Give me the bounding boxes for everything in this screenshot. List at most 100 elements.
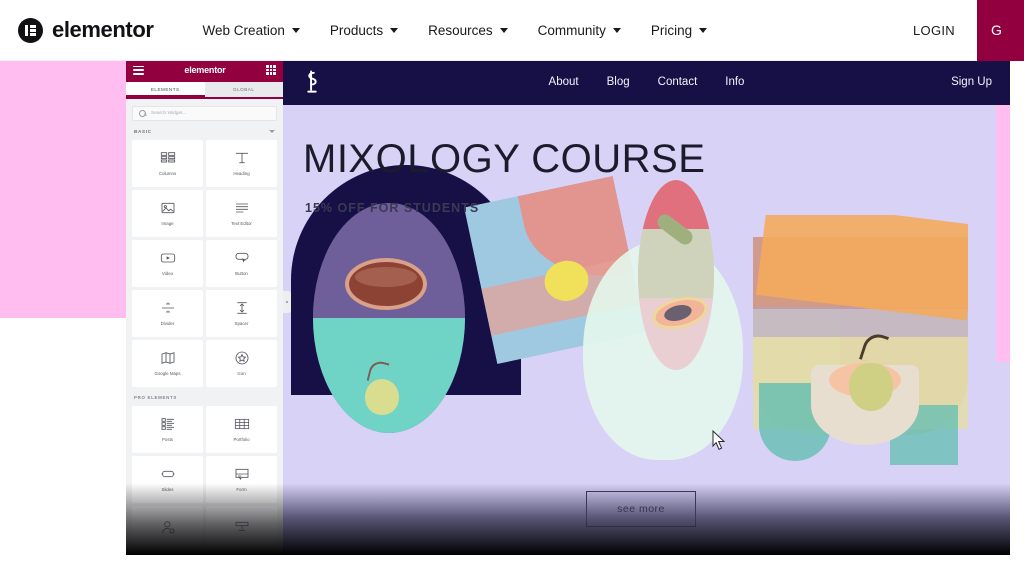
grid-view-icon[interactable] (266, 65, 276, 75)
chevron-down-icon (390, 28, 399, 33)
widget-image[interactable]: Image (132, 189, 203, 237)
nav-label: Resources (428, 22, 493, 38)
widget-google-maps[interactable]: Google Maps (132, 339, 203, 387)
video-icon (160, 250, 176, 266)
preview-nav-info[interactable]: Info (725, 76, 744, 88)
posts-icon (160, 416, 176, 432)
nav-label: Pricing (650, 22, 693, 38)
widget-spacer[interactable]: Spacer (206, 289, 277, 337)
widget-heading[interactable]: Heading (206, 139, 277, 187)
widget-label: Spacer (234, 321, 249, 326)
widget-grid-basic: Columns Heading Image Text Editor Video (132, 139, 277, 387)
main-navigation: Web Creation Products Resources Communit… (188, 17, 723, 44)
widget-label: Slides (161, 487, 174, 492)
widget-text-editor[interactable]: Text Editor (206, 189, 277, 237)
nav-item-pricing[interactable]: Pricing (636, 17, 722, 44)
widget-label: Divider (160, 321, 175, 326)
brand-logo[interactable]: elementor (18, 17, 154, 43)
pink-decor-band-left (0, 61, 126, 318)
get-started-button[interactable]: G (977, 0, 1024, 61)
widget-icon[interactable]: Icon (206, 339, 277, 387)
ellipse-papaya (638, 180, 714, 370)
search-icon (139, 109, 146, 117)
login-link[interactable]: LOGIN (891, 23, 977, 38)
button-icon (234, 250, 250, 266)
widget-label: Video (161, 271, 174, 276)
panel-collapse-handle[interactable] (283, 291, 291, 313)
brand-name: elementor (52, 17, 154, 42)
heading-icon (234, 150, 250, 166)
ellipse-grapefruit-pear (313, 203, 465, 433)
hamburger-menu-icon[interactable] (133, 65, 144, 75)
widget-label: Heading (233, 171, 250, 176)
editor-panel-header: elementor (126, 58, 283, 82)
spacer-icon (234, 300, 250, 316)
widget-label: Columns (158, 171, 177, 176)
section-header-basic[interactable]: BASIC (132, 129, 277, 140)
widget-divider[interactable]: Divider (132, 289, 203, 337)
text-editor-icon (234, 200, 250, 216)
editor-panel-logo: elementor (184, 65, 226, 75)
heart-collage-pear (753, 215, 968, 465)
site-header: elementor Web Creation Products Resource… (0, 0, 1024, 61)
widget-label: Google Maps (154, 371, 181, 376)
hero-subtitle: 15% OFF FOR STUDENTS (305, 201, 480, 215)
nav-item-community[interactable]: Community (523, 17, 636, 44)
widget-label: Button (235, 271, 248, 276)
widget-grid-pro: Posts Portfolio Slides Form (132, 405, 277, 553)
form-icon (234, 466, 250, 482)
nav-item-web-creation[interactable]: Web Creation (188, 17, 315, 44)
widget-label: Icon (237, 371, 246, 376)
nav-item-products[interactable]: Products (315, 17, 413, 44)
widget-portfolio[interactable]: Portfolio (206, 405, 277, 453)
widget-form[interactable]: Form (206, 455, 277, 503)
header-actions: LOGIN G (891, 0, 1024, 61)
widget-extra-b[interactable] (206, 505, 277, 553)
image-icon (160, 200, 176, 216)
search-placeholder: Search Widget... (151, 110, 187, 116)
divider-icon (160, 300, 176, 316)
grapefruit-image (345, 258, 427, 310)
nav-menu-icon (234, 519, 250, 535)
columns-icon (160, 150, 176, 166)
chevron-down-icon (699, 28, 708, 33)
preview-nav-blog[interactable]: Blog (607, 76, 630, 88)
see-more-button[interactable]: see more (586, 491, 696, 527)
editor-panel-body: Search Widget... BASIC Columns Heading I… (126, 98, 283, 555)
section-title: PRO ELEMENTS (134, 394, 178, 400)
mouse-pointer-icon (712, 429, 726, 450)
nav-item-resources[interactable]: Resources (413, 17, 523, 44)
preview-nav-about[interactable]: About (549, 76, 579, 88)
widget-video[interactable]: Video (132, 239, 203, 287)
section-title: BASIC (134, 128, 152, 134)
preview-nav-menu: About Blog Contact Info (549, 76, 745, 88)
preview-signup-link[interactable]: Sign Up (951, 76, 992, 88)
chevron-down-icon (499, 28, 508, 33)
section-header-pro-elements: PRO ELEMENTS (132, 387, 277, 406)
tab-global[interactable]: GLOBAL (204, 82, 283, 97)
widget-posts[interactable]: Posts (132, 405, 203, 453)
cocktail-monogram-logo[interactable] (301, 69, 323, 94)
widget-extra-a[interactable] (132, 505, 203, 553)
nav-label: Products (329, 22, 384, 38)
handle-dot-icon (286, 301, 288, 303)
widget-label: Image (161, 221, 174, 226)
widget-label: Posts (162, 437, 173, 442)
nav-label: Web Creation (202, 22, 285, 38)
widget-columns[interactable]: Columns (132, 139, 203, 187)
widget-slides[interactable]: Slides (132, 455, 203, 503)
widget-label: Form (236, 487, 247, 492)
pear-image-left (359, 359, 401, 415)
tab-elements[interactable]: ELEMENTS (126, 82, 205, 97)
chevron-down-icon (291, 28, 300, 33)
chevron-down-icon (269, 129, 275, 133)
portfolio-icon (234, 416, 250, 432)
search-widget-field[interactable]: Search Widget... (132, 105, 277, 121)
widget-button[interactable]: Button (206, 239, 277, 287)
preview-nav-contact[interactable]: Contact (658, 76, 698, 88)
login-icon (160, 519, 176, 535)
chevron-down-icon (612, 28, 621, 33)
pear-image-right (841, 330, 895, 411)
widget-label: Text Editor (231, 221, 252, 226)
nav-label: Community (537, 22, 606, 38)
